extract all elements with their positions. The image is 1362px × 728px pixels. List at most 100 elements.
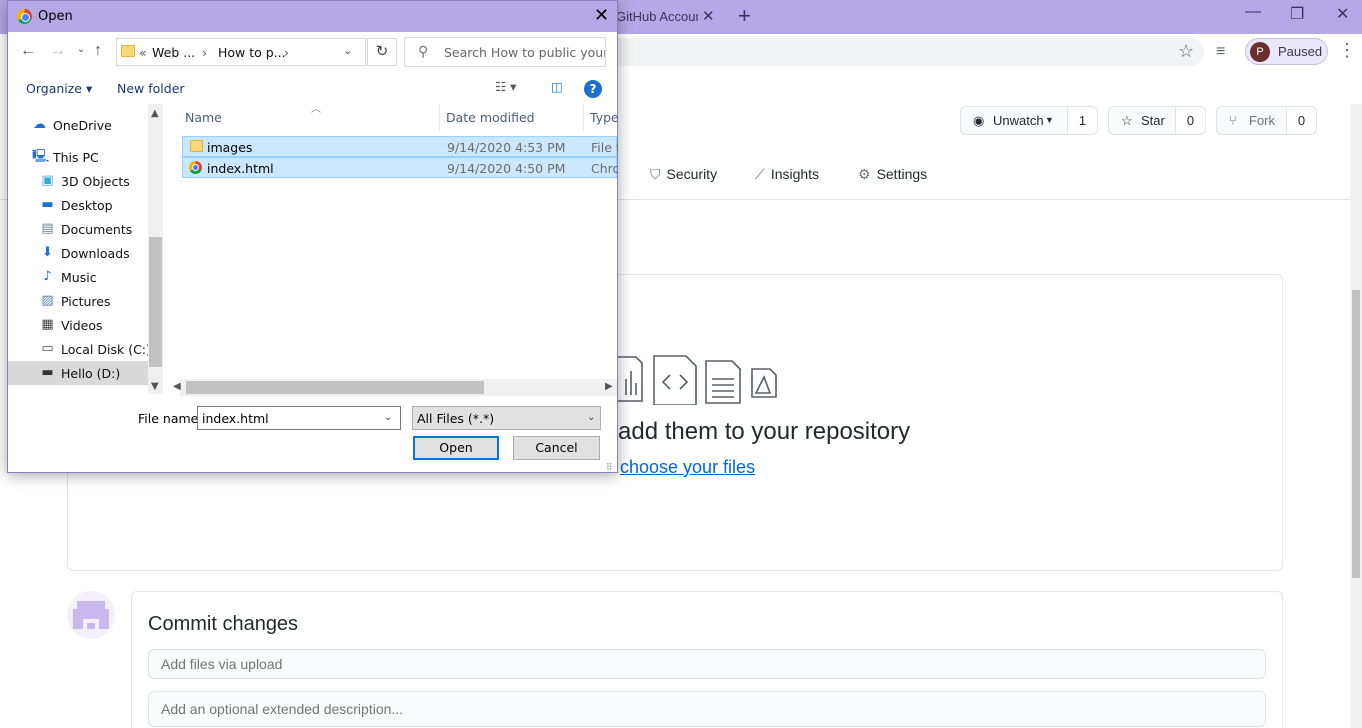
profile-button[interactable]: P Paused — [1245, 38, 1328, 65]
window-close-button[interactable]: ✕ — [1336, 4, 1349, 24]
fork-label: Fork — [1249, 113, 1275, 128]
tab-title[interactable]: GitHub Account — [616, 9, 698, 24]
browser-menu-icon[interactable]: ⋮ — [1338, 40, 1356, 61]
refresh-button[interactable]: ↻ — [367, 38, 397, 66]
view-options-icon[interactable]: ☷ ▾ — [495, 79, 516, 94]
new-tab-button[interactable]: + — [738, 3, 751, 29]
scroll-right-icon[interactable]: ▶ — [605, 381, 613, 392]
chrome-html-icon — [189, 161, 202, 174]
file-date: 9/14/2020 4:50 PM — [447, 161, 566, 176]
scroll-left-icon[interactable]: ◀ — [173, 381, 181, 392]
desktop-icon: ▬ — [41, 197, 54, 212]
cube-icon: ▣ — [41, 173, 54, 188]
file-type-filter[interactable]: All Files (*.*) ⌄ — [412, 406, 601, 430]
breadcrumb-separator: › — [202, 45, 207, 60]
bookmark-star-icon[interactable]: ☆ — [1178, 41, 1194, 62]
fork-count[interactable]: 0 — [1286, 107, 1316, 134]
sidebar-item-videos[interactable]: ▦ Videos — [8, 313, 148, 337]
star-button[interactable]: ☆ Star 0 — [1108, 106, 1206, 135]
folder-icon — [121, 45, 135, 57]
videos-icon: ▦ — [41, 317, 54, 332]
new-folder-button[interactable]: New folder — [117, 81, 185, 96]
choose-files-link[interactable]: choose your files — [620, 457, 755, 478]
sidebar-item-downloads[interactable]: ⬇ Downloads — [8, 241, 148, 265]
column-name[interactable]: Name — [185, 110, 222, 125]
chevron-down-icon[interactable]: ⌄ — [587, 412, 595, 423]
column-divider[interactable] — [583, 104, 584, 131]
up-arrow-icon[interactable]: ↑ — [94, 42, 102, 60]
star-count[interactable]: 0 — [1175, 107, 1205, 134]
breadcrumb-how-to[interactable]: How to p... — [218, 45, 286, 60]
sidebar-item-label: Music — [61, 270, 97, 285]
restore-button[interactable]: ❐ — [1290, 4, 1304, 24]
sidebar-item-label: OneDrive — [53, 118, 112, 133]
cancel-button[interactable]: Cancel — [513, 436, 600, 460]
list-item[interactable]: index.html 9/14/2020 4:50 PM Chrome HTML… — [182, 157, 618, 178]
dialog-title: Open — [38, 9, 73, 24]
drive-icon: ▬ — [41, 365, 54, 380]
breadcrumb-web[interactable]: Web ... — [152, 45, 195, 60]
watch-count[interactable]: 1 — [1067, 107, 1097, 134]
file-name-input[interactable]: index.html ⌄ — [197, 406, 401, 430]
breadcrumb-overflow[interactable]: « — [139, 45, 147, 60]
tab-close-icon[interactable]: ✕ — [702, 7, 715, 25]
sidebar-item-this-pc[interactable]: 🖳 This PC — [8, 145, 148, 169]
unwatch-button[interactable]: ◉ Unwatch ▼ 1 — [960, 106, 1098, 135]
chevron-down-icon[interactable]: ⌄ — [343, 44, 352, 57]
file-list-hscrollbar-thumb[interactable] — [186, 381, 484, 394]
dialog-close-icon[interactable]: ✕ — [594, 5, 609, 26]
forward-arrow-icon[interactable]: → — [50, 42, 66, 60]
commit-description-input[interactable] — [148, 691, 1266, 727]
preview-pane-icon[interactable]: ◫ — [551, 79, 563, 94]
sidebar-item-3d-objects[interactable]: ▣ 3D Objects — [8, 169, 148, 193]
download-icon: ⬇ — [42, 245, 53, 260]
file-name-value: index.html — [202, 411, 269, 426]
file-list-header: ︿ Name Date modified Type — [180, 104, 619, 131]
sidebar-item-desktop[interactable]: ▬ Desktop — [8, 193, 148, 217]
file-date: 9/14/2020 4:53 PM — [447, 140, 566, 155]
resize-grip-icon[interactable]: ⠿ — [606, 462, 613, 473]
sidebar-item-label: Documents — [61, 222, 133, 237]
sidebar-item-label: Hello (D:) — [61, 366, 121, 381]
commit-summary-input[interactable] — [148, 649, 1266, 679]
star-icon: ☆ — [1121, 113, 1133, 128]
page-scrollbar-thumb[interactable] — [1352, 290, 1360, 578]
eye-icon: ◉ — [973, 113, 985, 128]
breadcrumb-separator: › — [284, 45, 289, 60]
column-divider[interactable] — [439, 104, 440, 131]
sidebar-item-label: Downloads — [61, 246, 130, 261]
sidebar-item-label: Pictures — [61, 294, 111, 309]
sidebar-item-hello-d[interactable]: ▬ Hello (D:) — [8, 361, 148, 385]
back-arrow-icon[interactable]: ← — [20, 42, 36, 60]
tab-insights[interactable]: ⟋ Insights — [755, 166, 819, 186]
address-bar[interactable] — [560, 38, 1204, 66]
unwatch-label: Unwatch — [993, 113, 1044, 128]
fork-button[interactable]: ⑂ Fork 0 — [1216, 106, 1317, 135]
open-button[interactable]: Open — [413, 436, 499, 460]
scroll-down-icon[interactable]: ▼ — [151, 381, 159, 392]
nav-pane-scrollbar-thumb[interactable] — [149, 237, 162, 367]
sidebar-item-label: This PC — [53, 150, 99, 165]
file-type-filter-value: All Files (*.*) — [417, 411, 495, 426]
sidebar-item-local-disk-c[interactable]: ▭ Local Disk (C:) — [8, 337, 151, 361]
recent-locations-icon[interactable]: ⌄ — [77, 44, 85, 55]
search-input[interactable]: Search How to public your ... — [404, 37, 606, 67]
tab-security[interactable]: ⛉ Security — [650, 166, 717, 186]
sidebar-item-onedrive[interactable]: ☁ OneDrive — [8, 113, 148, 137]
help-button[interactable]: ? — [584, 80, 602, 98]
tab-settings[interactable]: ⚙ Settings — [858, 166, 927, 186]
minimize-button[interactable]: — — [1245, 3, 1261, 21]
chevron-down-icon[interactable]: ⌄ — [384, 412, 392, 423]
star-label: Star — [1141, 113, 1165, 128]
organize-button[interactable]: Organize ▾ — [26, 81, 92, 96]
column-type[interactable]: Type — [590, 110, 619, 125]
sidebar-item-documents[interactable]: ▤ Documents — [8, 217, 148, 241]
column-date-modified[interactable]: Date modified — [446, 110, 535, 125]
reading-list-icon[interactable]: ≡ — [1216, 43, 1225, 61]
gear-icon: ⚙ — [858, 166, 871, 182]
sidebar-item-music[interactable]: ♪ Music — [8, 265, 148, 289]
address-breadcrumb[interactable]: « Web ... › How to p... › ⌄ — [116, 38, 366, 66]
list-item[interactable]: images 9/14/2020 4:53 PM File folder — [182, 136, 618, 157]
sidebar-item-pictures[interactable]: ▨ Pictures — [8, 289, 148, 313]
scroll-up-icon[interactable]: ▲ — [151, 108, 159, 119]
